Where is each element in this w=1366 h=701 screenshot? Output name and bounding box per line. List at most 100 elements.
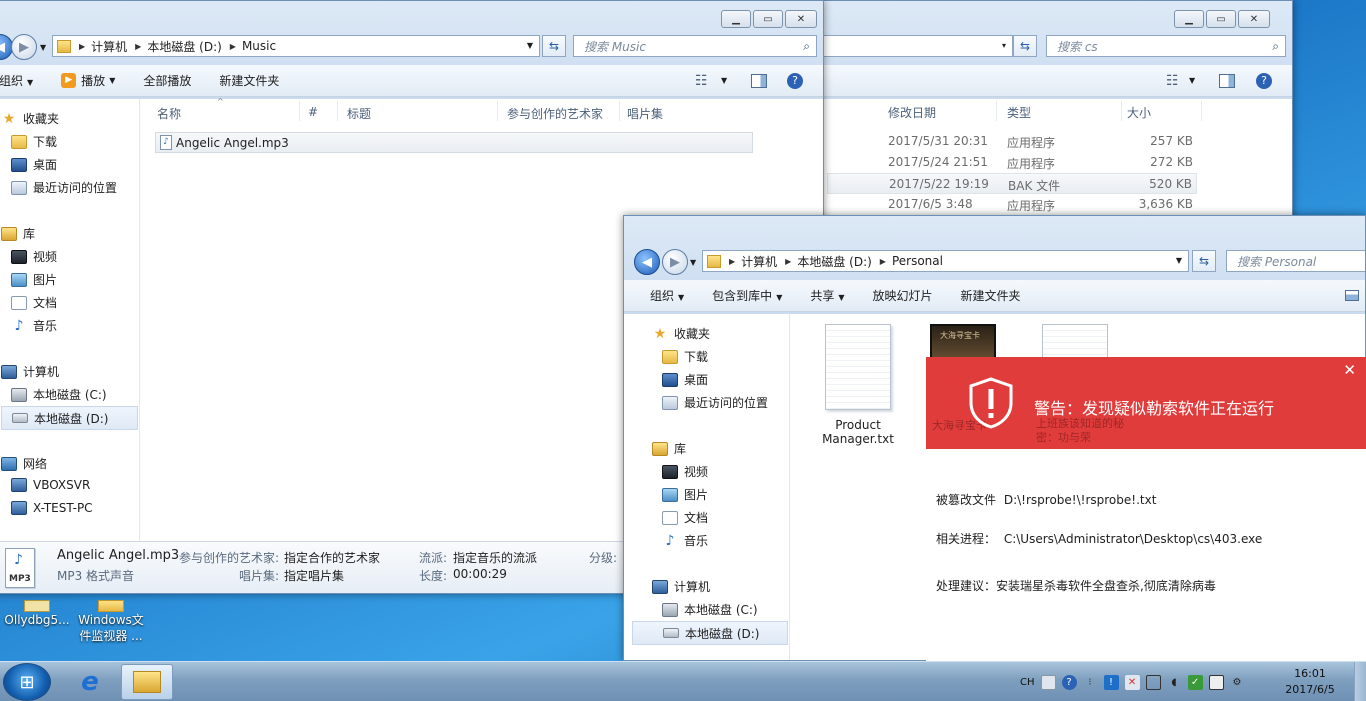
refresh-button[interactable]: ⇆	[542, 35, 566, 57]
breadcrumb-separator-icon[interactable]: ▶	[729, 257, 735, 266]
desktop-icon-ollydbg[interactable]: Ollydbg5...	[0, 600, 74, 628]
nav-vboxsvr[interactable]: VBOXSVR	[11, 478, 90, 492]
file-item-product-manager[interactable]: Product Manager.txt	[810, 324, 906, 446]
nav-pictures[interactable]: 图片	[11, 271, 57, 288]
breadcrumb-computer[interactable]: 计算机	[91, 38, 127, 55]
language-indicator[interactable]: CH	[1020, 677, 1035, 688]
nav-xtestpc[interactable]: X-TEST-PC	[11, 501, 93, 515]
nav-drive-c[interactable]: 本地磁盘 (C:)	[11, 386, 107, 403]
alert-close-icon[interactable]: ✕	[1343, 361, 1356, 379]
view-options-icon[interactable]: ☷	[1166, 73, 1179, 89]
nav-drive-d[interactable]: 本地磁盘 (D:)	[1, 406, 138, 430]
security-shield-icon[interactable]: ✓	[1187, 674, 1203, 690]
nav-drive-d[interactable]: 本地磁盘 (D:)	[632, 621, 788, 645]
nav-computer[interactable]: 计算机	[1, 363, 59, 380]
search-input[interactable]: 搜索 cs ⌕	[1046, 35, 1286, 57]
nav-documents[interactable]: 文档	[11, 294, 57, 311]
show-desktop-button[interactable]	[1354, 662, 1366, 701]
column-divider[interactable]	[996, 101, 997, 121]
taskbar-internet-explorer[interactable]: e	[64, 664, 116, 700]
help-icon[interactable]: ?	[1061, 674, 1077, 690]
breadcrumb-separator-icon[interactable]: ▶	[79, 42, 85, 51]
minimize-button[interactable]: ▁	[1174, 10, 1204, 28]
network-icon[interactable]	[1145, 674, 1161, 690]
close-button[interactable]: ✕	[785, 10, 817, 28]
details-artist-value[interactable]: 指定合作的艺术家	[284, 549, 380, 566]
breadcrumb-personal[interactable]: Personal	[892, 254, 943, 268]
preview-pane-icon[interactable]	[1219, 73, 1235, 88]
search-input[interactable]: 搜索 Music ⌕	[573, 35, 817, 57]
view-options-dropdown-icon[interactable]: ▼	[721, 76, 727, 85]
search-icon[interactable]: ⌕	[1272, 39, 1279, 54]
maximize-button[interactable]: ▭	[1206, 10, 1236, 28]
nav-desktop[interactable]: 桌面	[662, 371, 708, 388]
include-in-library-menu[interactable]: 包含到库中 ▼	[712, 287, 782, 304]
slideshow-button[interactable]: 放映幻灯片	[873, 287, 933, 304]
file-row[interactable]: ♪ Angelic Angel.mp3	[155, 132, 753, 153]
play-button[interactable]: ▶ 播放 ▼	[61, 72, 115, 89]
column-header-size[interactable]: 大小	[1127, 104, 1151, 121]
address-bar[interactable]: ▶ 计算机 ▶ 本地磁盘 (D:) ▶ Personal ▼	[702, 250, 1189, 272]
column-header-name[interactable]: 名称	[157, 105, 181, 122]
device-icon[interactable]	[1208, 674, 1224, 690]
breadcrumb-computer[interactable]: 计算机	[741, 253, 777, 270]
recent-pages-icon[interactable]: ▼	[40, 43, 46, 52]
column-divider[interactable]	[619, 101, 620, 121]
back-button[interactable]: ◀	[634, 249, 660, 275]
nav-network[interactable]: 网络	[1, 455, 47, 472]
nav-downloads[interactable]: 下载	[11, 133, 57, 150]
column-header-type[interactable]: 类型	[1007, 104, 1031, 121]
breadcrumb-drive-d[interactable]: 本地磁盘 (D:)	[797, 253, 871, 270]
address-bar[interactable]: ▶ 计算机 ▶ 本地磁盘 (D:) ▶ Music ▼	[52, 35, 540, 57]
minimize-button[interactable]: ▁	[721, 10, 751, 28]
view-options-icon[interactable]: ☷	[695, 73, 708, 89]
nav-computer[interactable]: 计算机	[652, 578, 710, 595]
input-options-icon[interactable]: ⁝	[1083, 675, 1098, 690]
breadcrumb-separator-icon[interactable]: ▶	[880, 257, 886, 266]
file-row[interactable]: 2017/5/24 21:51 应用程序 272 KB	[827, 152, 1197, 173]
breadcrumb-music[interactable]: Music	[242, 39, 276, 53]
column-divider[interactable]	[1201, 101, 1202, 121]
breadcrumb-separator-icon[interactable]: ▶	[785, 257, 791, 266]
nav-downloads[interactable]: 下载	[662, 348, 708, 365]
file-row-hover[interactable]: 2017/5/22 19:19 BAK 文件 520 KB	[827, 173, 1197, 194]
column-header-title[interactable]: 标题	[347, 105, 371, 122]
nav-music[interactable]: ♪ 音乐	[662, 532, 708, 549]
close-button[interactable]: ✕	[1238, 10, 1270, 28]
column-divider[interactable]	[1121, 101, 1122, 121]
nav-videos[interactable]: 视频	[11, 248, 57, 265]
column-header-track[interactable]: #	[308, 105, 318, 119]
recent-pages-icon[interactable]: ▼	[690, 258, 696, 267]
search-input[interactable]: 搜索 Personal	[1226, 250, 1365, 272]
column-header-artist[interactable]: 参与创作的艺术家	[507, 105, 603, 122]
forward-button[interactable]: ▶	[662, 249, 688, 275]
nav-favorites[interactable]: ★ 收藏夹	[652, 325, 710, 342]
view-options-icon[interactable]	[1345, 290, 1359, 301]
forward-button[interactable]: ▶	[11, 34, 37, 60]
nav-desktop[interactable]: 桌面	[11, 156, 57, 173]
column-divider[interactable]	[337, 101, 338, 121]
nav-libraries[interactable]: 库	[652, 440, 686, 457]
organize-menu[interactable]: 组织 ▼	[0, 72, 33, 89]
refresh-button[interactable]: ⇆	[1192, 250, 1216, 272]
address-dropdown-icon[interactable]: ▼	[527, 41, 533, 50]
new-folder-button[interactable]: 新建文件夹	[961, 287, 1021, 304]
breadcrumb-drive-d[interactable]: 本地磁盘 (D:)	[147, 38, 221, 55]
nav-recent[interactable]: 最近访问的位置	[11, 179, 117, 196]
column-divider[interactable]	[299, 101, 300, 121]
nav-favorites[interactable]: ★ 收藏夹	[1, 110, 59, 127]
breadcrumb-separator-icon[interactable]: ▶	[230, 42, 236, 51]
view-options-dropdown-icon[interactable]: ▼	[1189, 76, 1195, 85]
details-genre-value[interactable]: 指定音乐的流派	[453, 549, 537, 566]
address-dropdown-icon[interactable]: ▾	[1002, 41, 1006, 50]
organize-menu[interactable]: 组织 ▼	[650, 287, 684, 304]
help-icon[interactable]: ?	[787, 72, 803, 89]
help-icon[interactable]: ?	[1256, 72, 1272, 89]
start-button[interactable]: ⊞	[3, 663, 51, 701]
nav-music[interactable]: ♪ 音乐	[11, 317, 57, 334]
network-disconnected-icon[interactable]: ✕	[1124, 674, 1140, 690]
file-row[interactable]: 2017/5/31 20:31 应用程序 257 KB	[827, 131, 1197, 152]
nav-documents[interactable]: 文档	[662, 509, 708, 526]
settings-icon[interactable]: ⚙	[1230, 675, 1245, 690]
share-menu[interactable]: 共享 ▼	[810, 287, 844, 304]
